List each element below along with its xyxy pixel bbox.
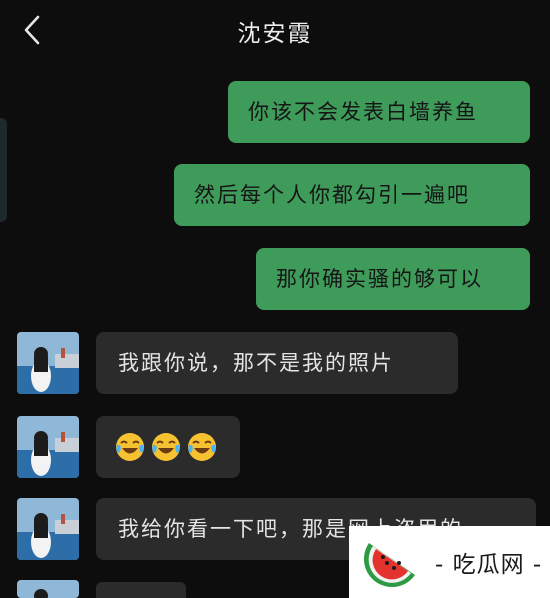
face-with-tears-of-joy-icon bbox=[188, 433, 216, 461]
face-with-tears-of-joy-icon bbox=[116, 433, 144, 461]
watermelon-logo-icon bbox=[363, 543, 415, 588]
message-text: 然后每个人你都勾引一遍吧 bbox=[194, 182, 470, 207]
chat-header: 沈安霞 bbox=[0, 0, 550, 62]
side-panel-edge bbox=[0, 118, 7, 222]
message-text: 你该不会发表白墙养鱼 bbox=[248, 99, 478, 124]
sent-message-bubble[interactable]: 你该不会发表白墙养鱼 bbox=[228, 81, 530, 143]
message-text: 我跟你说，那不是我的照片 bbox=[118, 350, 394, 375]
contact-avatar[interactable] bbox=[17, 332, 79, 394]
site-watermark: - 吃瓜网 - bbox=[349, 526, 550, 598]
received-message-bubble-partial[interactable] bbox=[96, 582, 186, 598]
contact-avatar[interactable] bbox=[17, 416, 79, 478]
face-with-tears-of-joy-icon bbox=[152, 433, 180, 461]
contact-avatar[interactable] bbox=[17, 580, 79, 598]
received-message-bubble[interactable]: 我跟你说，那不是我的照片 bbox=[96, 332, 458, 394]
sent-message-bubble[interactable]: 然后每个人你都勾引一遍吧 bbox=[174, 164, 530, 226]
watermark-text: - 吃瓜网 - bbox=[435, 552, 543, 578]
contact-avatar[interactable] bbox=[17, 498, 79, 560]
message-text: 那你确实骚的够可以 bbox=[276, 266, 483, 291]
contact-name-title: 沈安霞 bbox=[237, 21, 313, 47]
received-emoji-bubble[interactable] bbox=[96, 416, 240, 478]
sent-message-bubble[interactable]: 那你确实骚的够可以 bbox=[256, 248, 530, 310]
